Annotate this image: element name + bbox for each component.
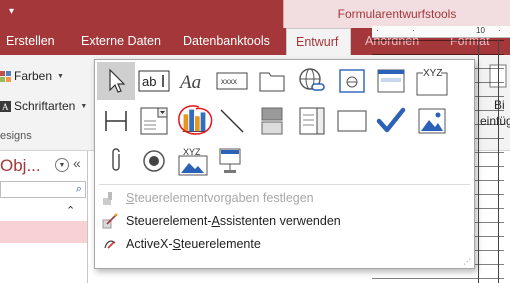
menu-item-text: Steuerelement-: [126, 214, 212, 228]
menu-item-accel: A: [211, 214, 220, 228]
use-control-wizards-item[interactable]: Steuerelement- Assistenten verwenden: [101, 210, 341, 232]
subform-icon-text: XYZ: [183, 147, 201, 157]
menu-separator: [99, 184, 470, 185]
web-browser-control[interactable]: [333, 62, 371, 100]
horizontal-ruler: · · 10 ·: [372, 26, 510, 38]
resize-grip-icon[interactable]: ⋰: [463, 257, 471, 266]
textbox-icon: ab: [138, 70, 170, 92]
tab-entwurf[interactable]: Entwurf: [286, 28, 351, 55]
ruler-mark: ·: [412, 26, 415, 35]
menu-item-accel: S: [172, 237, 181, 251]
page-break-control[interactable]: [97, 102, 135, 140]
bound-object-frame-control[interactable]: [213, 142, 251, 180]
color-palette-icon: [0, 70, 11, 82]
attachment-control[interactable]: [97, 142, 135, 180]
quick-access-dropdown-icon[interactable]: ▾: [9, 6, 14, 17]
ruler-mark: ·: [376, 26, 379, 35]
line-icon: [220, 109, 244, 133]
menu-item-accel: S: [126, 191, 135, 205]
group-label-designs: esigns: [0, 130, 32, 142]
radio-button-icon: [143, 150, 165, 172]
grid-line: [478, 40, 479, 283]
image-control[interactable]: [413, 102, 451, 140]
menu-item-text: teuerelementvorgaben festlegen: [134, 191, 314, 205]
option-group-icon: XYZ: [416, 67, 448, 96]
command-button-icon: xxxx: [216, 72, 248, 90]
tab-datenbanktools[interactable]: Datenbanktools: [183, 28, 270, 55]
farben-label: Farben: [14, 69, 53, 83]
button-control[interactable]: xxxx: [213, 62, 251, 100]
control-defaults-icon: [101, 189, 119, 207]
nav-pane-title[interactable]: Obj...: [0, 156, 41, 176]
activex-icon: [101, 235, 119, 253]
button-icon-text: xxxx: [221, 77, 237, 86]
collapse-nav-icon[interactable]: «: [73, 155, 81, 171]
object-frame-icon: [219, 148, 241, 173]
nav-search-input[interactable]: ⌕: [0, 181, 86, 198]
chart-control[interactable]: [175, 102, 213, 140]
tab-control[interactable]: [253, 62, 291, 100]
web-browser-icon: [339, 69, 365, 93]
set-control-defaults-item[interactable]: Steuerelementvorgaben festlegen: [101, 187, 314, 209]
search-icon[interactable]: ⌕: [76, 183, 82, 196]
tab-folder-icon: [259, 72, 285, 92]
chevron-down-icon: ▼: [57, 72, 64, 80]
menu-item-text: ActiveX-: [126, 237, 173, 251]
image-icon: [418, 108, 446, 134]
nav-selected-item[interactable]: [0, 221, 87, 243]
subform-icon: XYZ: [178, 147, 208, 176]
navigation-pane: Obj... ▼ « ⌕ ⌃: [0, 151, 88, 283]
scroll-up-icon[interactable]: ⌃: [66, 204, 75, 217]
farben-button[interactable]: Farben ▼: [0, 69, 64, 83]
context-tab-header: Formularentwurfstools: [283, 0, 510, 28]
chart-icon: [178, 105, 213, 135]
paperclip-icon: [112, 148, 120, 171]
combo-box-control[interactable]: [135, 102, 173, 140]
tab-externe-daten[interactable]: Externe Daten: [81, 28, 161, 55]
textbox-icon-label: ab: [142, 74, 156, 89]
navigation-control[interactable]: [372, 62, 410, 100]
label-icon-text: Aa: [178, 72, 201, 93]
option-group-control[interactable]: XYZ: [413, 62, 451, 100]
ruler-mark: ·: [498, 26, 501, 35]
checkbox-icon: [376, 107, 406, 133]
menu-item-text: ssistenten verwenden: [219, 214, 341, 228]
menu-item-text: teuerelemente: [180, 237, 261, 251]
activex-controls-item[interactable]: ActiveX- Steuerelemente: [101, 233, 261, 255]
option-button-control[interactable]: [135, 142, 173, 180]
rectangle-icon: [337, 110, 367, 132]
check-box-control[interactable]: [372, 102, 410, 140]
ruler-mark: 10: [476, 26, 485, 35]
hyperlink-control[interactable]: [293, 62, 331, 100]
toggle-button-control[interactable]: [253, 102, 291, 140]
rectangle-control[interactable]: [333, 102, 371, 140]
option-group-icon-text: XYZ: [423, 68, 442, 79]
schriftarten-button[interactable]: A Schriftarten ▼: [0, 99, 87, 113]
controls-gallery-dropdown: ab Aa xxxx XYZ XYZ S teuerelementvorgabe…: [94, 59, 475, 269]
grid-line: [498, 40, 499, 283]
svg-text:A: A: [2, 102, 9, 112]
nav-menu-dropdown-icon[interactable]: ▼: [55, 158, 69, 172]
combo-box-icon: [140, 107, 168, 135]
navigation-icon: [377, 69, 405, 93]
label-control[interactable]: Aa: [175, 62, 213, 100]
cursor-arrow-icon: [109, 68, 126, 93]
subform-control[interactable]: XYZ: [175, 142, 213, 180]
font-icon: A: [0, 100, 11, 112]
schriftarten-label: Schriftarten: [14, 99, 76, 113]
tab-erstellen[interactable]: Erstellen: [6, 28, 55, 55]
list-box-control[interactable]: [293, 102, 331, 140]
page-break-icon: [105, 111, 127, 131]
wizard-icon: [101, 212, 119, 230]
select-tool[interactable]: [97, 62, 135, 100]
label-aa-icon: Aa: [178, 72, 201, 93]
line-control[interactable]: [213, 102, 251, 140]
list-box-icon: [299, 107, 325, 135]
chevron-down-icon: ▼: [80, 102, 88, 110]
hyperlink-globe-icon: [299, 68, 325, 91]
toggle-button-icon: [261, 107, 283, 135]
textbox-control[interactable]: ab: [135, 62, 173, 100]
